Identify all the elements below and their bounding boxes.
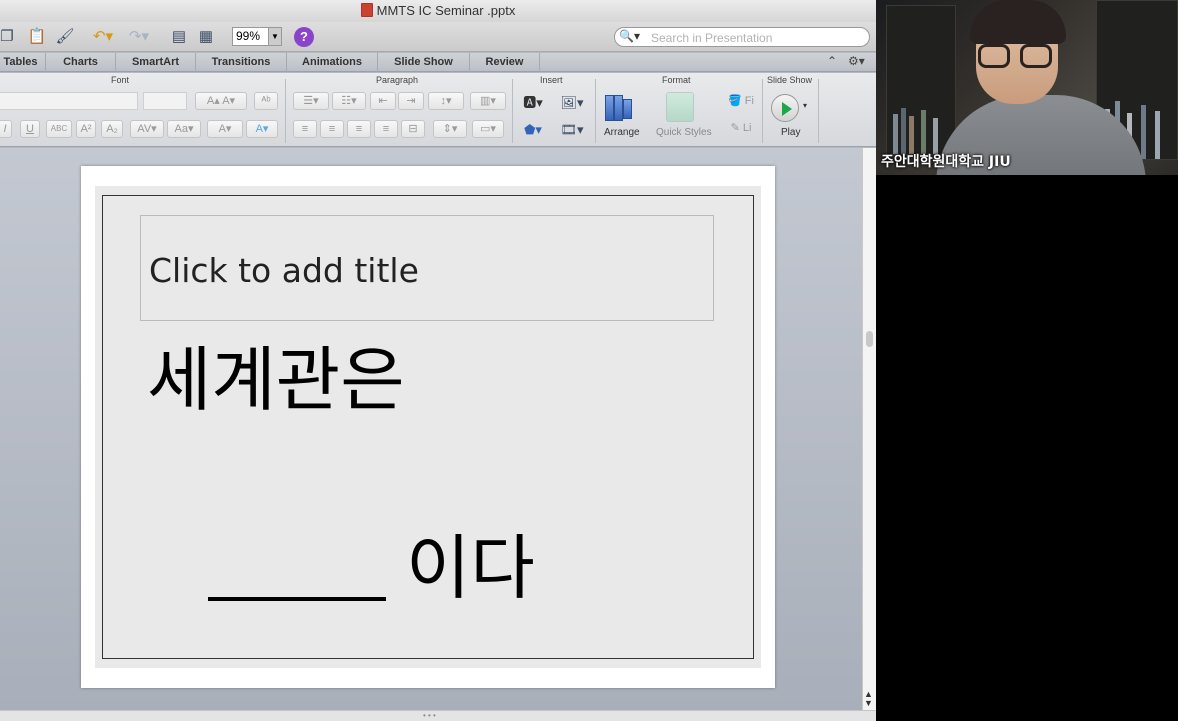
glasses-icon	[978, 44, 1010, 68]
slide-body-line-1[interactable]: 세계관은	[147, 324, 405, 425]
font-color-button[interactable]: A▾	[207, 120, 243, 138]
decrease-indent-button[interactable]: ⇤	[370, 92, 396, 110]
group-label-insert: Insert	[540, 75, 563, 85]
webcam-video: 주안대학원대학교 JIU	[876, 0, 1178, 175]
tab-smartart[interactable]: SmartArt	[116, 53, 196, 72]
text-direction-button[interactable]: ⇕▾	[433, 120, 467, 138]
help-button[interactable]: ?	[294, 27, 314, 47]
chevron-down-icon[interactable]: ▾	[803, 101, 807, 110]
character-spacing-button[interactable]: AV▾	[130, 120, 164, 138]
slide-frame: Click to add title 세계관은 이다	[81, 166, 775, 688]
justify-button[interactable]: ≡	[374, 120, 398, 138]
tab-animations[interactable]: Animations	[287, 53, 378, 72]
slide-editor: Click to add title 세계관은 이다	[0, 148, 862, 710]
scrollbar-thumb[interactable]	[866, 331, 873, 347]
presenter-hair	[970, 0, 1066, 44]
collapse-ribbon-icon[interactable]: ⌃	[827, 54, 837, 68]
powerpoint-window: MMTS IC Seminar .pptx ❐ 📋 🖌 ↶▾ ↷▾ ▤ ▦ 99…	[0, 0, 876, 721]
undo-button[interactable]: ↶▾	[88, 26, 118, 48]
gear-icon[interactable]: ⚙▾	[848, 54, 865, 68]
align-left-button[interactable]: ≡	[293, 120, 317, 138]
redo-button[interactable]: ↷▾	[124, 26, 154, 48]
align-center-button[interactable]: ≡	[320, 120, 344, 138]
fill-in-blank-line	[208, 597, 386, 601]
play-button[interactable]	[771, 94, 799, 122]
group-label-paragraph: Paragraph	[376, 75, 419, 85]
numbering-button[interactable]: ☷▾	[332, 92, 366, 110]
gallery-icon[interactable]: ▦	[195, 26, 217, 48]
font-name-field[interactable]	[0, 92, 138, 110]
align-text-button[interactable]: ▭▾	[472, 120, 504, 138]
slide-sorter-icon[interactable]: ▤	[168, 26, 190, 48]
zoom-field[interactable]: 99% ▼	[232, 27, 282, 46]
arrange-icon[interactable]	[605, 93, 633, 123]
title-placeholder-text: Click to add title	[149, 251, 419, 290]
text-box-icon[interactable]: 🅰▾	[518, 92, 548, 114]
shape-fill-icon[interactable]: 🪣 Fi	[723, 90, 759, 112]
bookshelf	[886, 5, 956, 155]
line-spacing-button[interactable]: ↕▾	[428, 92, 464, 110]
clear-format-icon[interactable]: ᴬᵇ	[254, 92, 278, 110]
font-size-buttons[interactable]: A▴ A▾	[195, 92, 247, 110]
quick-styles-icon[interactable]	[666, 92, 694, 122]
picture-icon[interactable]: 🖼▾	[557, 92, 587, 114]
subscript-button[interactable]: A₂	[101, 120, 123, 138]
chevron-down-icon[interactable]: ▼	[268, 27, 282, 46]
search-box[interactable]: 🔍▾	[614, 27, 870, 47]
title-bar: MMTS IC Seminar .pptx	[0, 0, 876, 22]
format-painter-icon[interactable]: 🖌	[54, 26, 76, 48]
pptx-file-icon	[360, 3, 373, 17]
text-effects-button[interactable]: A▾	[246, 120, 278, 138]
webcam-panel: 주안대학원대학교 JIU	[876, 0, 1178, 721]
change-case-button[interactable]: Aa▾	[167, 120, 201, 138]
tab-tables[interactable]: Tables	[0, 53, 46, 72]
bullets-button[interactable]: ☰▾	[293, 92, 329, 110]
quick-styles-label[interactable]: Quick Styles	[656, 127, 712, 138]
title-placeholder[interactable]: Click to add title	[140, 215, 714, 321]
tab-transitions[interactable]: Transitions	[196, 53, 287, 72]
play-label[interactable]: Play	[781, 127, 800, 138]
search-icon[interactable]: 🔍▾	[619, 29, 640, 43]
underline-button[interactable]: U	[20, 120, 40, 138]
columns-button[interactable]: ▥▾	[470, 92, 506, 110]
group-label-format: Format	[662, 75, 691, 85]
align-right-button[interactable]: ≡	[347, 120, 371, 138]
tab-review[interactable]: Review	[470, 53, 540, 72]
ribbon-tab-bar: Tables Charts SmartArt Transitions Anima…	[0, 53, 876, 72]
standard-toolbar: ❐ 📋 🖌 ↶▾ ↷▾ ▤ ▦ 99% ▼ ? 🔍▾	[0, 22, 876, 52]
window-title: MMTS IC Seminar .pptx	[0, 3, 876, 18]
scroll-arrows-icon[interactable]: ▲ ▼	[864, 690, 873, 708]
status-bar: • • •	[0, 710, 876, 721]
slide-body-line-2[interactable]: 이다	[406, 512, 535, 613]
search-input[interactable]	[651, 30, 861, 45]
play-icon	[782, 102, 792, 116]
strikethrough-button[interactable]: ABC	[46, 120, 72, 138]
tab-slide-show[interactable]: Slide Show	[378, 53, 470, 72]
media-icon[interactable]: 🎞▾	[557, 119, 587, 141]
font-size-field[interactable]	[143, 92, 187, 110]
paste-icon[interactable]: 📋	[26, 26, 48, 48]
group-label-slide-show: Slide Show	[767, 75, 813, 85]
tab-charts[interactable]: Charts	[46, 53, 116, 72]
superscript-button[interactable]: A²	[76, 120, 96, 138]
shape-line-icon[interactable]: ✎ Li	[723, 117, 759, 139]
vertical-scrollbar[interactable]: ▲ ▼	[862, 148, 876, 710]
slide-canvas[interactable]: Click to add title 세계관은 이다	[95, 186, 761, 668]
resize-grip-icon[interactable]: • • •	[423, 711, 436, 720]
glasses-icon	[1020, 44, 1052, 68]
shape-icon[interactable]: ⬟▾	[518, 119, 548, 141]
ribbon-panel: Font A▴ A▾ ᴬᵇ I U ABC A² A₂ AV▾ Aa▾ A▾ A…	[0, 73, 876, 147]
increase-indent-button[interactable]: ⇥	[398, 92, 424, 110]
participant-name: 주안대학원대학교 JIU	[881, 154, 1011, 170]
group-label-font: Font	[111, 75, 130, 85]
arrange-label[interactable]: Arrange	[604, 127, 640, 138]
italic-button[interactable]: I	[0, 120, 12, 138]
copy-icon[interactable]: ❐	[0, 26, 18, 48]
distributed-button[interactable]: ⊟	[401, 120, 425, 138]
